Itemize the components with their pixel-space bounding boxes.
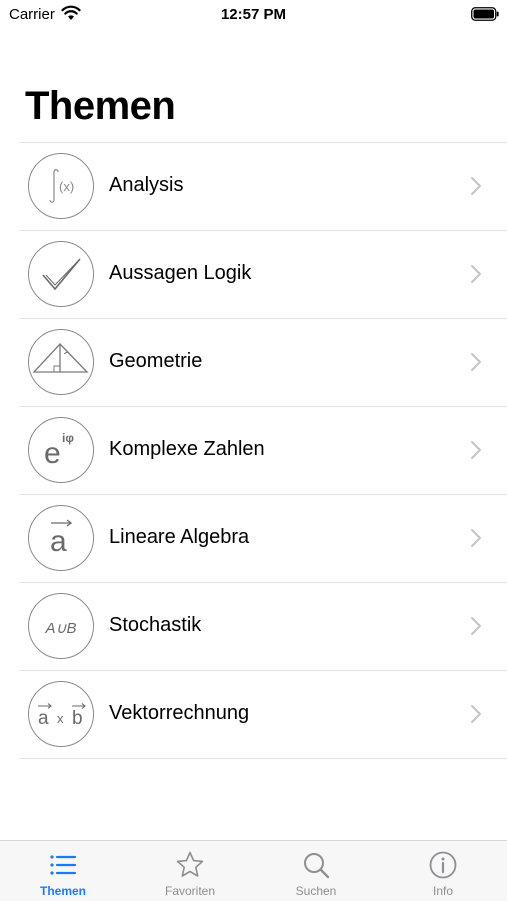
clock: 12:57 PM	[220, 6, 287, 23]
tab-favoriten[interactable]: Favoriten	[127, 841, 253, 901]
topic-label: Geometrie	[109, 350, 203, 372]
tab-label: Info	[432, 884, 453, 898]
chevron-right-icon	[471, 705, 481, 723]
svg-text:iφ: iφ	[62, 431, 74, 445]
topic-label: Aussagen Logik	[109, 262, 252, 284]
star-icon	[176, 851, 204, 877]
tab-label: Favoriten	[164, 884, 216, 898]
chevron-right-icon	[471, 441, 481, 459]
topic-label: Vektorrechnung	[109, 702, 250, 724]
checkmark-icon	[28, 241, 94, 307]
topic-row-lineare-algebra[interactable]: a Lineare Algebra	[20, 495, 507, 583]
svg-text:A∪B: A∪B	[45, 620, 77, 637]
status-bar: Carrier 12:57 PM	[0, 0, 507, 28]
topic-label: Lineare Algebra	[109, 526, 250, 548]
chevron-right-icon	[471, 353, 481, 371]
integral-fx-icon: (x)	[28, 153, 94, 219]
topic-row-stochastik[interactable]: A∪B Stochastik	[20, 583, 507, 671]
tab-bar: Themen Favoriten Suchen Info	[0, 840, 507, 901]
page-title: Themen	[25, 84, 176, 128]
topic-row-aussagen-logik[interactable]: Aussagen Logik	[20, 231, 507, 319]
chevron-right-icon	[471, 265, 481, 283]
svg-text:(x): (x)	[59, 179, 74, 194]
tab-suchen[interactable]: Suchen	[253, 841, 379, 901]
topic-label: Analysis	[109, 174, 184, 196]
battery-icon	[471, 7, 499, 21]
topic-list: (x) Analysis Aussagen Logik Geometrie e …	[20, 143, 507, 759]
tab-label: Suchen	[295, 884, 337, 898]
svg-text:a: a	[50, 525, 67, 558]
set-union-icon: A∪B	[28, 593, 94, 659]
cross-product-icon: a x b	[28, 681, 94, 747]
svg-text:x: x	[57, 711, 64, 726]
chevron-right-icon	[471, 529, 481, 547]
search-icon	[304, 853, 330, 879]
list-icon	[50, 855, 77, 875]
euler-exponent-icon: e iφ	[28, 417, 94, 483]
topic-row-geometrie[interactable]: Geometrie	[20, 319, 507, 407]
chevron-right-icon	[471, 617, 481, 635]
topic-row-analysis[interactable]: (x) Analysis	[20, 143, 507, 231]
tab-themen[interactable]: Themen	[0, 841, 126, 901]
topic-row-komplexe-zahlen[interactable]: e iφ Komplexe Zahlen	[20, 407, 507, 495]
topic-row-vektorrechnung[interactable]: a x b Vektorrechnung	[20, 671, 507, 759]
topic-label: Stochastik	[109, 614, 202, 636]
tab-info[interactable]: Info	[380, 841, 506, 901]
chevron-right-icon	[471, 177, 481, 195]
triangle-icon	[28, 329, 94, 395]
info-icon	[429, 851, 457, 879]
svg-text:a: a	[38, 708, 49, 729]
tab-label: Themen	[39, 884, 86, 898]
svg-text:e: e	[44, 437, 61, 470]
topic-label: Komplexe Zahlen	[109, 438, 265, 460]
svg-text:b: b	[72, 708, 83, 729]
vector-a-icon: a	[28, 505, 94, 571]
